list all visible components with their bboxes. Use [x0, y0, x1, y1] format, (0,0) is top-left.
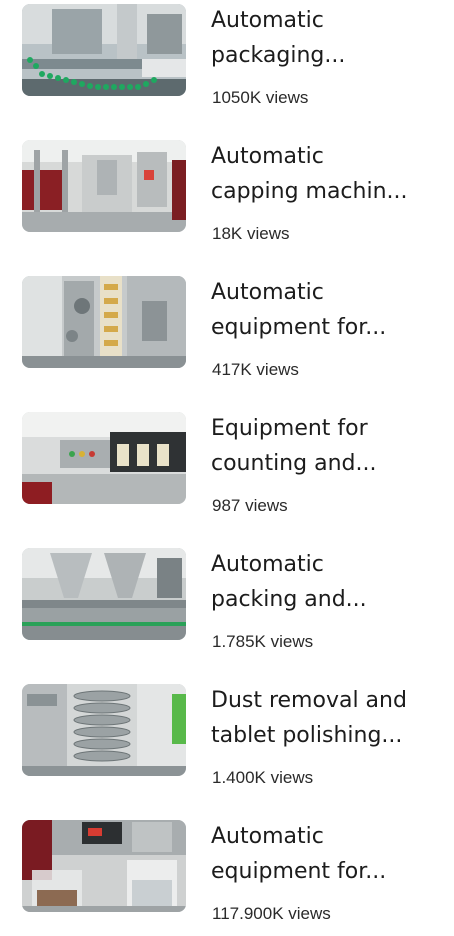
- thumbnail-image: [22, 276, 186, 368]
- video-thumbnail[interactable]: [22, 140, 186, 232]
- video-title-line: capping machin...: [211, 179, 408, 204]
- thumbnail-image: [22, 684, 186, 776]
- video-title-line: packaging...: [211, 43, 346, 68]
- video-title-line: tablet polishing...: [211, 723, 403, 748]
- video-title[interactable]: Equipment for counting and...: [211, 411, 443, 481]
- video-item[interactable]: Automatic equipment for... 117.900K view…: [0, 816, 454, 936]
- video-title-line: equipment for...: [211, 859, 387, 884]
- video-title[interactable]: Automatic packing and...: [211, 547, 443, 617]
- video-title-line: Automatic: [211, 144, 324, 169]
- video-title-line: packing and...: [211, 587, 367, 612]
- video-title[interactable]: Automatic packaging...: [211, 3, 443, 73]
- view-count: 1050K views: [212, 88, 309, 107]
- thumbnail-image: [22, 548, 186, 640]
- video-thumbnail[interactable]: [22, 276, 186, 368]
- video-item[interactable]: Automatic capping machin... 18K views: [0, 136, 454, 256]
- video-item[interactable]: Dust removal and tablet polishing... 1.4…: [0, 680, 454, 800]
- video-title[interactable]: Dust removal and tablet polishing...: [211, 683, 443, 753]
- thumbnail-image: [22, 4, 186, 96]
- video-title-line: counting and...: [211, 451, 377, 476]
- video-title-line: Automatic: [211, 8, 324, 33]
- video-title[interactable]: Automatic equipment for...: [211, 819, 443, 889]
- video-title-line: Dust removal and: [211, 688, 407, 713]
- video-list: Automatic packaging... 1050K views Autom…: [0, 0, 454, 925]
- video-title-line: equipment for...: [211, 315, 387, 340]
- view-count: 117.900K views: [212, 904, 331, 923]
- view-count: 18K views: [212, 224, 290, 243]
- video-thumbnail[interactable]: [22, 548, 186, 640]
- video-title[interactable]: Automatic equipment for...: [211, 275, 443, 345]
- video-thumbnail[interactable]: [22, 684, 186, 776]
- video-title-line: Automatic: [211, 824, 324, 849]
- video-title-line: Automatic: [211, 552, 324, 577]
- view-count: 1.400K views: [212, 768, 314, 787]
- thumbnail-image: [22, 820, 186, 912]
- video-item[interactable]: Equipment for counting and... 987 views: [0, 408, 454, 528]
- video-thumbnail[interactable]: [22, 820, 186, 912]
- thumbnail-image: [22, 412, 186, 504]
- thumbnail-image: [22, 140, 186, 232]
- video-title[interactable]: Automatic capping machin...: [211, 139, 443, 209]
- video-thumbnail[interactable]: [22, 412, 186, 504]
- video-item[interactable]: Automatic packaging... 1050K views: [0, 0, 454, 120]
- view-count: 417K views: [212, 360, 299, 379]
- video-item[interactable]: Automatic packing and... 1.785K views: [0, 544, 454, 664]
- video-thumbnail[interactable]: [22, 4, 186, 96]
- view-count: 1.785K views: [212, 632, 314, 651]
- video-title-line: Equipment for: [211, 416, 368, 441]
- view-count: 987 views: [212, 496, 288, 515]
- video-title-line: Automatic: [211, 280, 324, 305]
- video-item[interactable]: Automatic equipment for... 417K views: [0, 272, 454, 392]
